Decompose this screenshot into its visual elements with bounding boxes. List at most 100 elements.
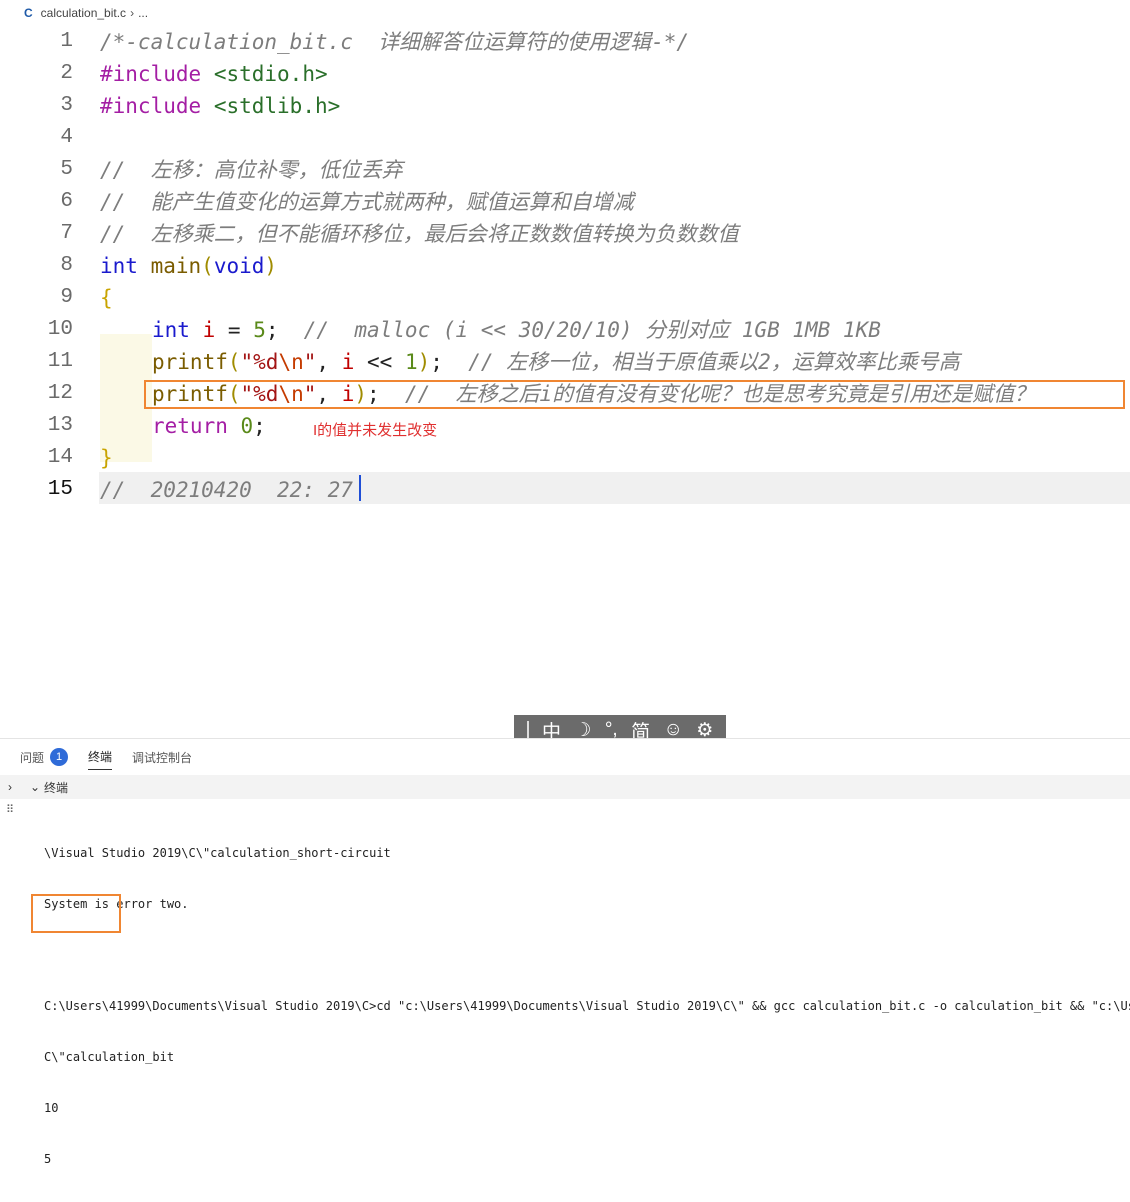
code-comment: // 20210420 22: 27 bbox=[100, 478, 353, 502]
code-line-6: 6 // 能产生值变化的运算方式就两种，赋值运算和自增减 bbox=[0, 186, 1130, 218]
function-name: printf bbox=[152, 350, 228, 374]
terminal-line: 5 bbox=[44, 1152, 52, 1166]
operator: = bbox=[215, 318, 254, 342]
line-number: 12 bbox=[47, 382, 73, 405]
line-number: 6 bbox=[60, 190, 73, 213]
code-line-3: 3 #include <stdlib.h> bbox=[0, 90, 1130, 122]
tab-debug-console[interactable]: 调试控制台 bbox=[132, 739, 192, 775]
code-text: /*-calculation_bit.c 详细解答位运算符的使用逻辑-*/ bbox=[100, 30, 690, 54]
chevron-right-icon: › bbox=[130, 6, 135, 20]
chevron-right-icon[interactable]: › bbox=[8, 780, 22, 794]
comma: , bbox=[316, 350, 342, 374]
paren: ) bbox=[417, 350, 431, 374]
include-keyword: #include bbox=[100, 94, 202, 118]
line-number: 15 bbox=[47, 478, 73, 501]
breadcrumb-more[interactable]: ... bbox=[138, 6, 148, 20]
code-line-10: 10 int i = 5; // malloc (i << 30/20/10) … bbox=[0, 314, 1130, 346]
problems-badge: 1 bbox=[50, 748, 69, 766]
code-line-7: 7 // 左移乘二，但不能循环移位，最后会将正数数值转换为负数数值 bbox=[0, 218, 1130, 250]
line-number: 5 bbox=[60, 158, 73, 181]
breadcrumb: C calculation_bit.c › ... bbox=[0, 0, 1130, 26]
line-number: 4 bbox=[60, 126, 73, 149]
number: 1 bbox=[404, 350, 418, 374]
operator: << bbox=[354, 350, 405, 374]
code-line-1: 1 /*-calculation_bit.c 详细解答位运算符的使用逻辑-*/ bbox=[0, 26, 1130, 58]
code-line-4: 4 bbox=[0, 122, 1130, 154]
code-editor[interactable]: 1 /*-calculation_bit.c 详细解答位运算符的使用逻辑-*/ … bbox=[0, 26, 1130, 738]
list-icon[interactable]: ⠿ bbox=[6, 803, 14, 816]
line-number: 1 bbox=[60, 30, 73, 53]
tab-label: 终端 bbox=[88, 750, 113, 764]
tab-problems[interactable]: 问题 1 bbox=[20, 739, 69, 775]
semicolon: ; bbox=[430, 350, 469, 374]
line-number: 14 bbox=[47, 446, 73, 469]
number: 0 bbox=[240, 414, 254, 438]
highlight-box bbox=[144, 380, 1125, 409]
code-line-13: 13 return 0; bbox=[0, 410, 1130, 442]
semicolon: ; bbox=[265, 318, 304, 342]
paren: ( bbox=[227, 350, 241, 374]
output-highlight-box bbox=[31, 894, 121, 933]
bottom-panel: 问题 1 终端 调试控制台 › ⌄ 终端 ⠿ \Visual Studio 20… bbox=[0, 738, 1130, 1166]
panel-tabs: 问题 1 终端 调试控制台 bbox=[0, 739, 1130, 775]
variable: i bbox=[202, 318, 216, 342]
code-comment: // 左移一位，相当于原值乘以2，运算效率比乘号高 bbox=[468, 350, 960, 374]
terminal-line: System is error two. bbox=[44, 897, 189, 911]
terminal-gutter: ⠿ bbox=[0, 799, 24, 939]
ime-drag-handle[interactable] bbox=[526, 721, 529, 739]
tab-label: 调试控制台 bbox=[132, 750, 193, 765]
terminal-line: \Visual Studio 2019\C\"calculation_short… bbox=[44, 846, 391, 860]
line-number: 2 bbox=[60, 62, 73, 85]
string: "%d bbox=[240, 350, 279, 374]
terminal-line: 10 bbox=[44, 1101, 59, 1115]
type-keyword: int bbox=[152, 318, 190, 342]
return-keyword: return bbox=[152, 414, 228, 438]
tab-terminal[interactable]: 终端 bbox=[88, 745, 113, 770]
semicolon: ; bbox=[253, 414, 266, 438]
code-comment: // 左移：高位补零，低位丢弃 bbox=[100, 158, 403, 182]
terminal-output[interactable]: \Visual Studio 2019\C\"calculation_short… bbox=[44, 811, 1130, 1202]
line-number: 9 bbox=[60, 286, 73, 309]
string: " bbox=[303, 350, 317, 374]
paren: ( bbox=[201, 254, 214, 278]
line-number: 3 bbox=[60, 94, 73, 117]
paren: ) bbox=[264, 254, 278, 278]
terminal-line: C\"calculation_bit bbox=[44, 1050, 175, 1064]
chevron-down-icon[interactable]: ⌄ bbox=[30, 780, 44, 794]
terminal-title: 终端 bbox=[44, 780, 69, 795]
terminal-header: › ⌄ 终端 bbox=[0, 775, 1130, 799]
code-line-8: 8 int main(void) bbox=[0, 250, 1130, 282]
terminal-line: C:\Users\41999\Documents\Visual Studio 2… bbox=[44, 999, 1130, 1013]
code-comment: // 左移乘二，但不能循环移位，最后会将正数数值转换为负数数值 bbox=[100, 222, 739, 246]
include-keyword: #include bbox=[100, 62, 202, 86]
escape: \n bbox=[278, 350, 304, 374]
line-number: 13 bbox=[47, 414, 73, 437]
c-language-icon: C bbox=[24, 6, 33, 20]
code-comment: // 能产生值变化的运算方式就两种，赋值运算和自增减 bbox=[100, 190, 634, 214]
code-line-9: 9 { bbox=[0, 282, 1130, 314]
text-caret bbox=[359, 475, 361, 501]
type-keyword: void bbox=[213, 254, 265, 278]
annotation-text: I的值并未发生改变 bbox=[313, 422, 438, 439]
include-path: <stdlib.h> bbox=[213, 94, 341, 118]
brace: } bbox=[100, 446, 113, 470]
type-keyword: int bbox=[100, 254, 138, 278]
function-name: main bbox=[150, 254, 202, 278]
code-line-14: 14 } bbox=[0, 442, 1130, 474]
include-path: <stdio.h> bbox=[213, 62, 328, 86]
line-number: 11 bbox=[47, 350, 73, 373]
breadcrumb-file[interactable]: calculation_bit.c bbox=[41, 6, 126, 20]
code-line-11: 11 printf("%d\n", i << 1); // 左移一位，相当于原值… bbox=[0, 346, 1130, 378]
code-line-2: 2 #include <stdio.h> bbox=[0, 58, 1130, 90]
line-number: 8 bbox=[60, 254, 73, 277]
line-number: 10 bbox=[47, 318, 73, 341]
code-comment: // malloc (i << 30/20/10) 分别对应 1GB 1MB 1… bbox=[303, 318, 881, 342]
tab-label: 问题 bbox=[20, 750, 45, 765]
number: 5 bbox=[253, 318, 266, 342]
brace: { bbox=[100, 286, 113, 310]
code-line-15: 15 // 20210420 22: 27 bbox=[0, 474, 1130, 506]
line-number: 7 bbox=[60, 222, 73, 245]
variable: i bbox=[341, 350, 355, 374]
